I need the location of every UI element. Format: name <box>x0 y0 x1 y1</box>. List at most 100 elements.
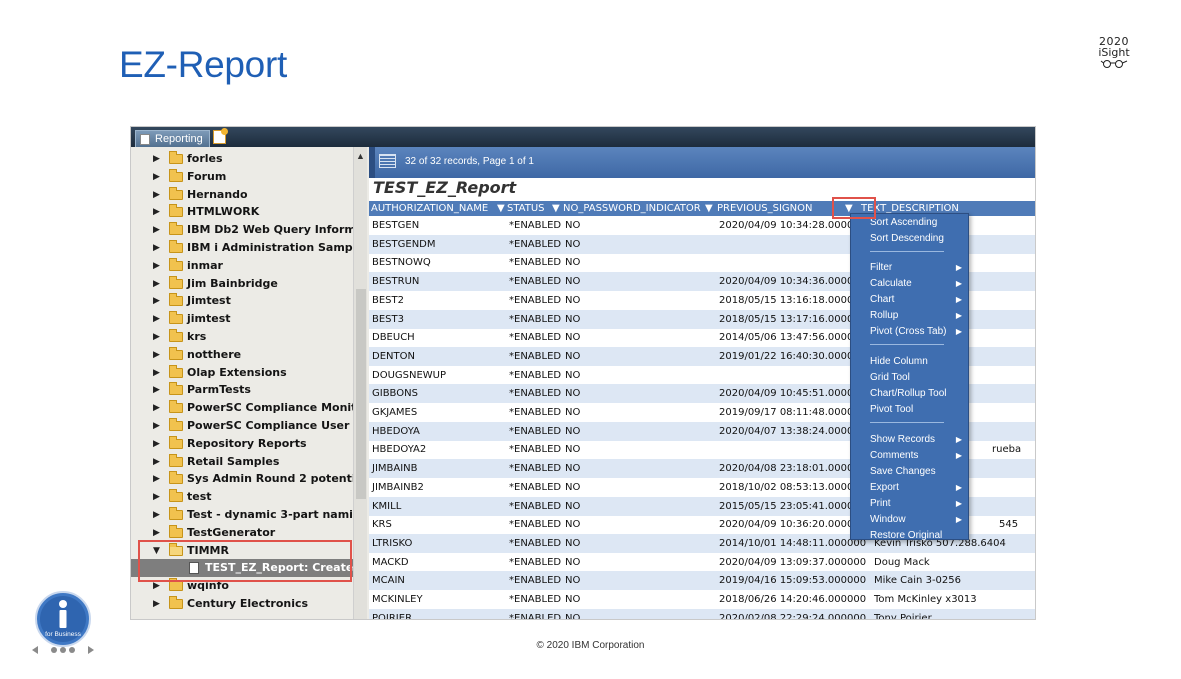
tree-item-label: Jim Bainbridge <box>187 276 278 290</box>
menu-item-comments[interactable]: Comments ▶ <box>851 448 968 464</box>
tree-folder-item[interactable]: ▶ inmar <box>131 257 353 275</box>
tree-folder-item[interactable]: ▶ notthere <box>131 346 353 364</box>
list-icon[interactable] <box>379 154 396 168</box>
tree-folder-item[interactable]: ▶ forles <box>131 150 353 168</box>
table-row[interactable]: POIRIER *ENABLED NO 2020/02/08 22:29:24.000… <box>369 608 1035 619</box>
scroll-thumb[interactable] <box>356 289 366 499</box>
tree-folder-item[interactable]: ▶ Jim Bainbridge <box>131 275 353 293</box>
menu-item-rollup[interactable]: Rollup ▶ <box>851 308 968 324</box>
sort-arrow-icon[interactable]: ▼ <box>705 201 713 216</box>
expand-right-icon[interactable]: ▶ <box>153 470 160 488</box>
menu-item-window[interactable]: Window ▶ <box>851 512 968 528</box>
col-nopw-header[interactable]: NO_PASSWORD_INDICATOR <box>563 201 701 216</box>
menu-item-label: Hide Column <box>870 356 928 367</box>
tree-folder-item[interactable]: ▶ Olap Extensions <box>131 364 353 382</box>
col-status-header[interactable]: STATUS <box>507 201 545 216</box>
expand-right-icon[interactable]: ▶ <box>153 346 160 364</box>
cell-nopw: NO <box>565 500 581 512</box>
menu-item-save-changes[interactable]: Save Changes <box>851 464 968 480</box>
tree-folder-item[interactable]: ▶ test <box>131 488 353 506</box>
menu-item-chart-rollup-tool[interactable]: Chart/Rollup Tool <box>851 386 968 402</box>
tree-folder-item[interactable]: ▶ IBM Db2 Web Query Informatio <box>131 221 353 239</box>
expand-right-icon[interactable]: ▶ <box>153 186 160 204</box>
expand-right-icon[interactable]: ▶ <box>153 364 160 382</box>
cell-status: *ENABLED <box>509 444 562 456</box>
tree-folder-item[interactable]: ▶ Retail Samples <box>131 453 353 471</box>
expand-right-icon[interactable]: ▶ <box>153 453 160 471</box>
expand-right-icon[interactable]: ▶ <box>153 257 160 275</box>
new-report-icon[interactable] <box>213 128 228 144</box>
expand-right-icon[interactable]: ▶ <box>153 417 160 435</box>
menu-item-pivot-cross-tab[interactable]: Pivot (Cross Tab) ▶ <box>851 324 968 340</box>
table-row[interactable]: MACKD *ENABLED NO 2020/04/09 13:09:37.00000… <box>369 553 1035 572</box>
menu-item-label: Chart <box>870 294 895 305</box>
col-auth-header[interactable]: AUTHORIZATION_NAME <box>371 201 488 216</box>
expand-right-icon[interactable]: ▶ <box>153 435 160 453</box>
expand-right-icon[interactable]: ▶ <box>153 221 160 239</box>
menu-item-label: Grid Tool <box>870 372 910 383</box>
table-row[interactable]: MCAIN *ENABLED NO 2019/04/16 15:09:53.00000… <box>369 571 1035 591</box>
menu-item-label: Rollup <box>870 310 899 321</box>
menu-item-show-records[interactable]: Show Records ▶ <box>851 432 968 448</box>
expand-right-icon[interactable]: ▶ <box>153 239 160 257</box>
cell-signon: 2020/04/08 23:18:01.0000 <box>719 463 854 475</box>
cell-auth: MCAIN <box>372 575 405 587</box>
cell-desc: Tom McKinley x3013 <box>874 594 977 605</box>
folder-icon <box>169 311 183 325</box>
tree-folder-item[interactable]: ▶ Jimtest <box>131 292 353 310</box>
tree-item-label: Test - dynamic 3-part naming s <box>187 508 353 521</box>
menu-item-restore-original[interactable]: Restore Original <box>851 528 968 544</box>
expand-right-icon[interactable]: ▶ <box>153 310 160 328</box>
menu-item-export[interactable]: Export ▶ <box>851 480 968 496</box>
expand-right-icon[interactable]: ▶ <box>153 292 160 310</box>
tree-folder-item[interactable]: ▶ krs <box>131 328 353 346</box>
expand-right-icon[interactable]: ▶ <box>153 168 160 186</box>
tree-folder-item[interactable]: ▶ Test - dynamic 3-part naming s <box>131 506 353 524</box>
tree-folder-item[interactable]: ▶ IBM i Administration Samples <box>131 239 353 257</box>
sort-arrow-icon[interactable]: ▼ <box>497 201 505 216</box>
expand-right-icon[interactable]: ▶ <box>153 595 160 613</box>
menu-item-sort-descending[interactable]: Sort Descending <box>851 231 968 247</box>
col-signon-header[interactable]: PREVIOUS_SIGNON <box>717 201 813 216</box>
expand-right-icon[interactable]: ▶ <box>153 506 160 524</box>
expand-right-icon[interactable]: ▶ <box>153 381 160 399</box>
tree-item-label: jimtest <box>187 312 231 326</box>
table-row[interactable]: MCKINLEY *ENABLED NO 2018/06/26 14:20:46.00… <box>369 590 1035 609</box>
tree-folder-item[interactable]: ▶ Sys Admin Round 2 potentials <box>131 470 353 488</box>
folder-icon <box>169 275 183 289</box>
menu-item-label: Pivot (Cross Tab) <box>870 326 947 337</box>
menu-item-print[interactable]: Print ▶ <box>851 496 968 512</box>
folder-icon <box>169 453 183 467</box>
expand-right-icon[interactable]: ▶ <box>153 150 160 168</box>
app-screenshot: Reporting ▶ forles ▶ Forum ▶ Hernando ▶ HTMLWOR… <box>130 126 1036 620</box>
expand-right-icon[interactable]: ▶ <box>153 203 160 221</box>
tree-folder-item[interactable]: ▶ PowerSC Compliance User Defir <box>131 417 353 435</box>
tree-folder-item[interactable]: ▶ ParmTests <box>131 381 353 399</box>
tree-scrollbar[interactable]: ▲ <box>353 147 367 619</box>
expand-right-icon[interactable]: ▶ <box>153 275 160 293</box>
menu-item-chart[interactable]: Chart ▶ <box>851 292 968 308</box>
menu-item-label: Show Records <box>870 434 936 445</box>
expand-right-icon[interactable]: ▶ <box>153 488 160 506</box>
tree-folder-item[interactable]: ▶ Hernando <box>131 186 353 204</box>
cell-auth: HBEDOYA <box>372 425 420 437</box>
tree-folder-item[interactable]: ▶ Repository Reports <box>131 435 353 453</box>
menu-item-calculate[interactable]: Calculate ▶ <box>851 276 968 292</box>
sort-arrow-icon[interactable]: ▼ <box>552 201 560 216</box>
tree-folder-item[interactable]: ▶ jimtest <box>131 310 353 328</box>
expand-right-icon[interactable]: ▶ <box>153 328 160 346</box>
menu-item-label: Filter <box>870 262 893 273</box>
tree-folder-item[interactable]: ▶ HTMLWORK <box>131 203 353 221</box>
glasses-icon <box>1100 60 1128 68</box>
menu-separator <box>870 251 944 252</box>
tree-folder-item[interactable]: ▶ Forum <box>131 168 353 186</box>
menu-item-hide-column[interactable]: Hide Column <box>851 354 968 370</box>
tab-reporting[interactable]: Reporting <box>135 130 210 147</box>
menu-item-pivot-tool[interactable]: Pivot Tool <box>851 402 968 418</box>
tree-folder-item[interactable]: ▶ PowerSC Compliance Monitor V <box>131 399 353 417</box>
scroll-up-icon[interactable]: ▲ <box>356 151 365 161</box>
menu-item-filter[interactable]: Filter ▶ <box>851 260 968 276</box>
menu-item-grid-tool[interactable]: Grid Tool <box>851 370 968 386</box>
expand-right-icon[interactable]: ▶ <box>153 399 160 417</box>
tree-folder-item[interactable]: ▶ Century Electronics <box>131 595 353 613</box>
